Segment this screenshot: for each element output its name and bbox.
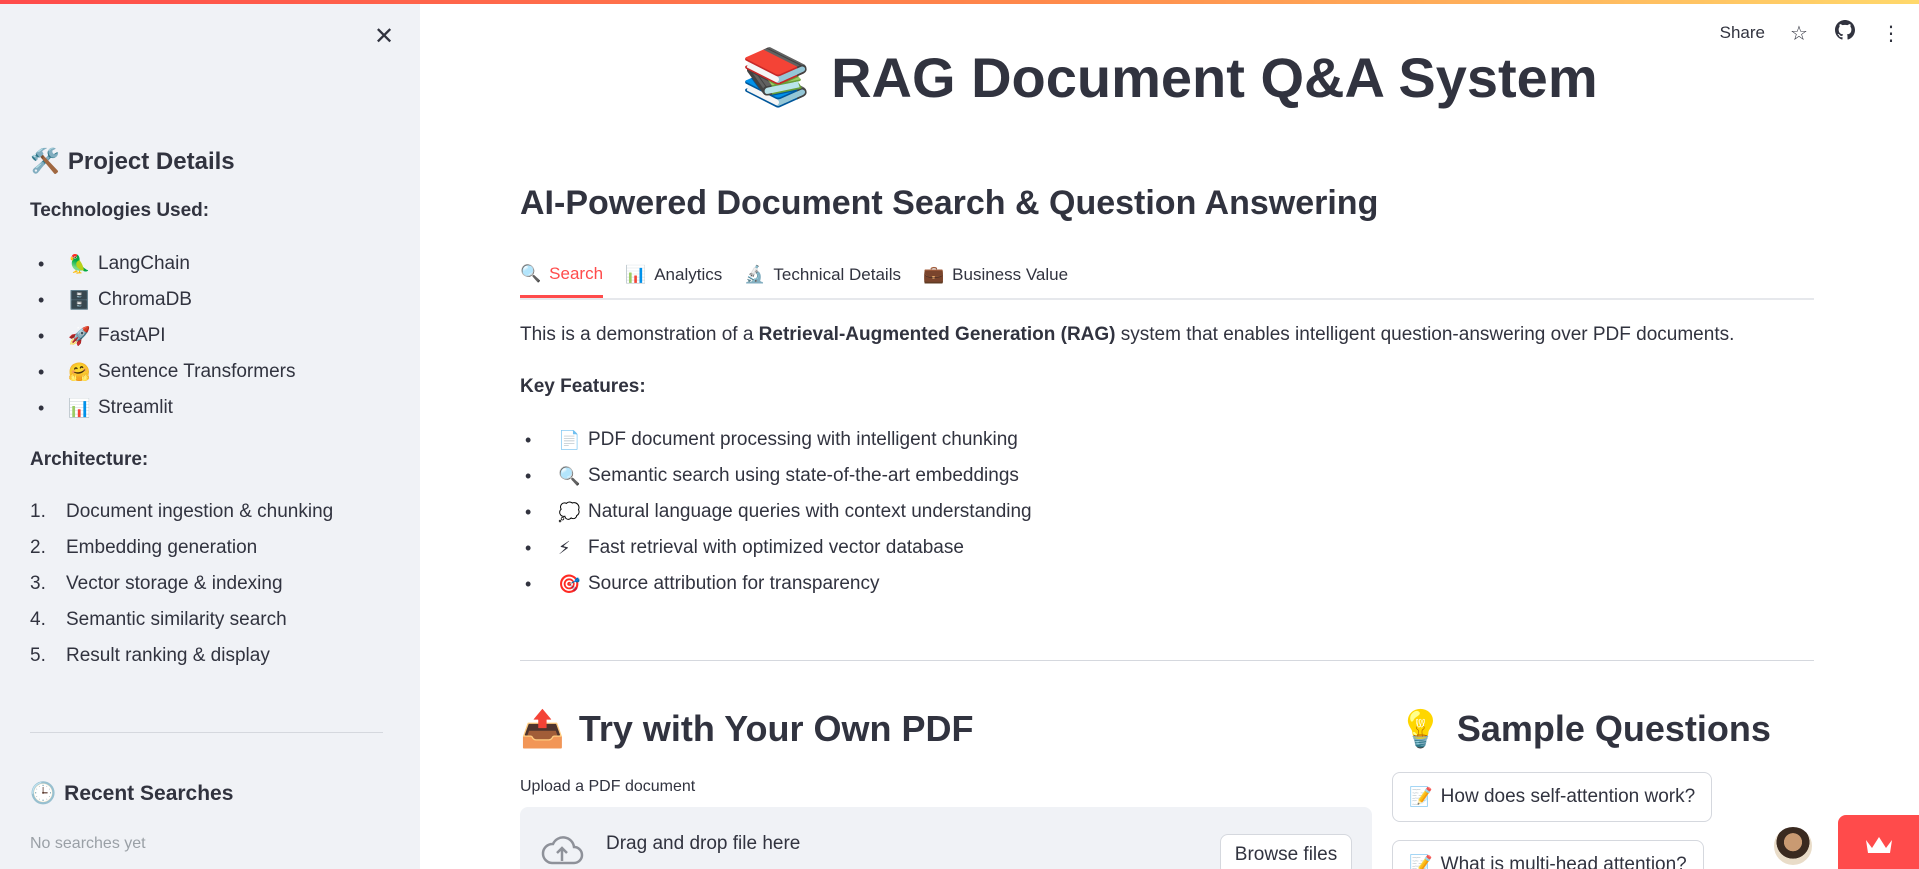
cloud-upload-icon — [540, 833, 584, 869]
tab-business-value[interactable]: 💼 Business Value — [923, 256, 1068, 298]
clock-icon: 🕒 — [30, 782, 57, 805]
upload-section-title: 📤 Try with Your Own PDF — [520, 708, 974, 749]
list-item: 4. Semantic similarity search — [30, 609, 287, 630]
list-item: 3. Vector storage & indexing — [30, 573, 283, 594]
architecture-list: 1. Document ingestion & chunking 2. Embedd… — [30, 494, 333, 674]
upload-icon: 📤 — [520, 708, 565, 749]
dropzone-text: Drag and drop file here — [606, 833, 801, 854]
list-item: • ⚡ Fast retrieval with optimized vector d… — [525, 537, 964, 558]
page-title: 📚 RAG Document Q&A System — [741, 45, 1598, 109]
bar-chart-icon: 📊 — [625, 265, 647, 284]
list-item: • 📄 PDF document processing with intellige… — [525, 429, 1018, 450]
technologies-list: • 🦜 LangChain • 🗄️ ChromaDB • 🚀 FastAPI • 🤗 Sent… — [30, 246, 295, 426]
books-icon: 📚 — [741, 45, 812, 108]
recent-searches-empty: No searches yet — [30, 835, 146, 852]
key-features-label: Key Features: — [520, 376, 646, 397]
thought-bubble-icon: 💭 — [558, 501, 581, 522]
sidebar-divider — [30, 732, 383, 733]
list-item: • 🤗 Sentence Transformers — [38, 361, 296, 382]
search-icon: 🔍 — [558, 465, 581, 486]
memo-icon: 📝 — [1409, 855, 1433, 869]
tab-technical-details[interactable]: 🔬 Technical Details — [744, 256, 901, 298]
sample-question-button[interactable]: 📝 What is multi-head attention? — [1392, 840, 1704, 869]
subheader: AI-Powered Document Search & Question An… — [520, 184, 1379, 222]
recent-searches-heading: 🕒 Recent Searches — [30, 782, 234, 805]
list-item: • 🎯 Source attribution for transparency — [525, 573, 880, 594]
hugging-face-icon: 🤗 — [68, 361, 91, 382]
sample-questions-title: 💡 Sample Questions — [1398, 708, 1771, 749]
tab-bar: 🔍 Search 📊 Analytics 🔬 Technical Details… — [520, 256, 1814, 300]
project-details-heading: 🛠️ Project Details — [30, 147, 235, 176]
memo-icon: 📝 — [1409, 787, 1433, 808]
intro-text: This is a demonstration of a Retrieval-A… — [520, 324, 1735, 345]
file-cabinet-icon: 🗄️ — [68, 289, 91, 310]
sample-question-button[interactable]: 📝 How does self-attention work? — [1392, 772, 1713, 822]
architecture-label: Architecture: — [30, 449, 149, 470]
lightning-icon: ⚡ — [558, 537, 571, 558]
list-item: • 🗄️ ChromaDB — [38, 289, 192, 310]
tab-analytics[interactable]: 📊 Analytics — [625, 256, 722, 298]
rocket-icon: 🚀 — [68, 325, 91, 346]
microscope-icon: 🔬 — [744, 265, 766, 284]
upload-label: Upload a PDF document — [520, 778, 696, 795]
share-button[interactable]: Share — [1720, 23, 1765, 43]
star-icon[interactable]: ☆ — [1787, 21, 1811, 46]
features-list: • 📄 PDF document processing with intellige… — [520, 422, 1032, 602]
list-item: 1. Document ingestion & chunking — [30, 501, 334, 522]
briefcase-icon: 💼 — [922, 265, 945, 284]
section-divider — [520, 660, 1814, 661]
sidebar: ✕ 🛠️ Project Details Technologies Used: … — [0, 0, 420, 869]
target-icon: 🎯 — [558, 573, 581, 594]
document-icon: 📄 — [558, 429, 581, 450]
close-icon[interactable]: ✕ — [370, 22, 398, 50]
browse-files-button[interactable]: Browse files — [1220, 834, 1352, 869]
list-item: • 🦜 LangChain — [38, 253, 190, 274]
parrot-icon: 🦜 — [68, 253, 91, 274]
avatar[interactable] — [1772, 825, 1814, 867]
list-item: 5. Result ranking & display — [30, 645, 270, 666]
lightbulb-icon: 💡 — [1398, 708, 1443, 749]
file-dropzone[interactable]: Drag and drop file here Browse files — [520, 807, 1372, 869]
search-icon: 🔍 — [520, 263, 542, 283]
top-decoration-bar — [0, 0, 1919, 4]
crown-icon[interactable] — [1838, 815, 1919, 869]
list-item: • 📊 Streamlit — [38, 397, 173, 418]
github-icon[interactable] — [1833, 20, 1857, 46]
tab-search[interactable]: 🔍 Search — [520, 256, 604, 298]
list-item: 2. Embedding generation — [30, 537, 258, 558]
menu-icon[interactable]: ⋮ — [1879, 21, 1903, 46]
list-item: • 🔍 Semantic search using state-of-the-art… — [525, 465, 1019, 486]
tools-icon: 🛠️ — [30, 148, 60, 175]
list-item: • 🚀 FastAPI — [38, 325, 166, 346]
technologies-label: Technologies Used: — [30, 200, 210, 221]
list-item: • 💭 Natural language queries with context … — [525, 501, 1032, 522]
bar-chart-icon: 📊 — [68, 397, 91, 418]
